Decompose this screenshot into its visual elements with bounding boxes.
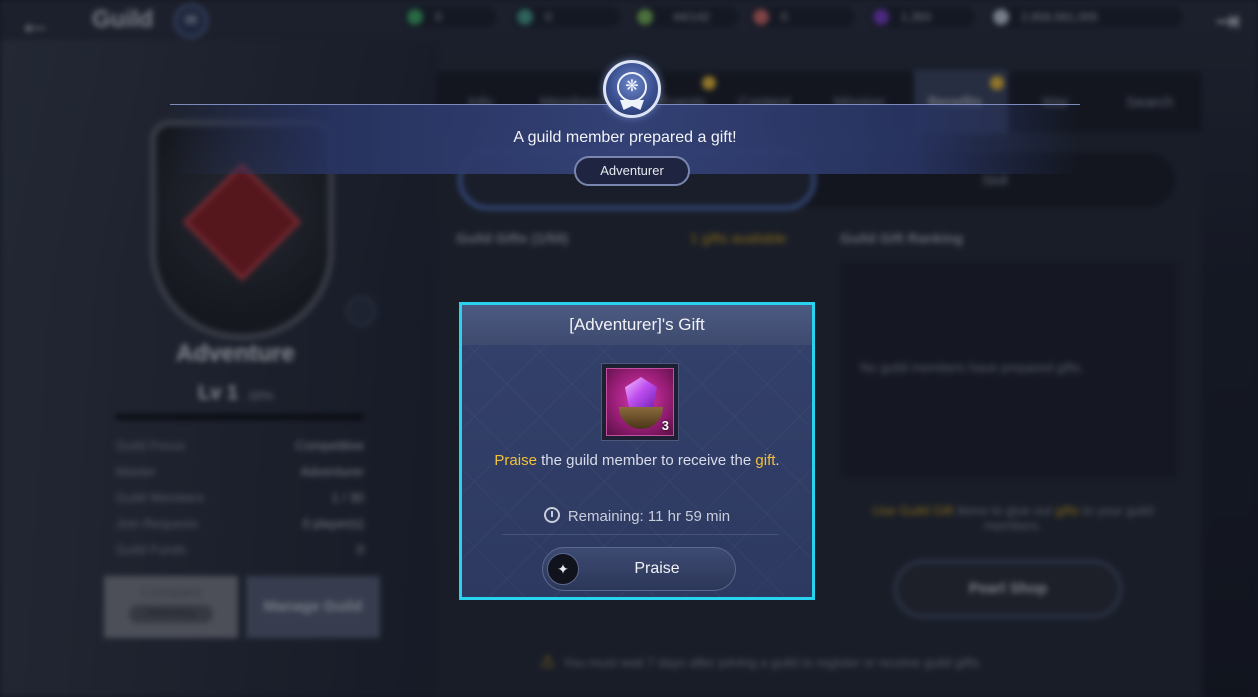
praise-text-end: . (775, 452, 780, 469)
praise-instruction: Praise the guild member to receive the g… (492, 451, 782, 470)
remaining-text: Remaining: 11 hr 59 min (567, 508, 731, 525)
remaining-time: Remaining: 11 hr 59 min (462, 507, 812, 525)
crystal-chest-icon: 3 (606, 368, 674, 436)
praise-button[interactable]: ✦ Praise (542, 547, 736, 591)
clock-icon (543, 507, 560, 523)
bowl-icon (619, 407, 663, 429)
item-quantity: 3 (661, 418, 669, 433)
praise-text: the guild member to receive the (541, 452, 752, 469)
gift-highlight: gift (755, 452, 776, 469)
dialog-title: [Adventurer]'s Gift (462, 305, 812, 345)
banner-message: A guild member prepared a gift! (513, 129, 737, 146)
praise-hand-icon: ✦ (547, 553, 579, 585)
banner-member-name: Adventurer (574, 156, 690, 186)
medal-icon: ❋ (617, 72, 647, 102)
ribbon-icon (620, 100, 644, 110)
praise-button-label: Praise (634, 560, 680, 577)
praise-highlight: Praise (494, 452, 537, 469)
crystal-icon (625, 377, 657, 411)
guild-badge-icon: ❋ (603, 60, 661, 118)
divider (502, 534, 778, 535)
gift-item-slot[interactable]: 3 (601, 363, 679, 441)
gift-dialog: [Adventurer]'s Gift 3 Praise the guild m… (459, 302, 815, 600)
